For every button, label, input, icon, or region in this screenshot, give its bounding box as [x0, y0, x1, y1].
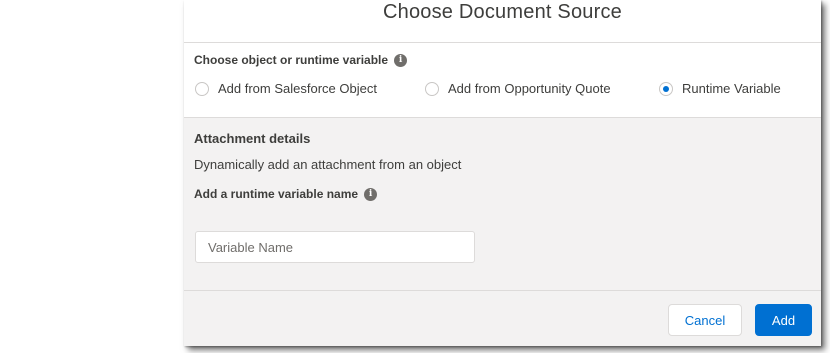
radio-opportunity-quote[interactable]: Add from Opportunity Quote: [425, 81, 611, 96]
attachment-title: Attachment details: [194, 131, 311, 146]
info-icon[interactable]: i: [394, 53, 408, 67]
modal-header: Choose Document Source: [184, 0, 821, 43]
variable-label-row: Add a runtime variable name i: [194, 187, 378, 201]
attachment-description: Dynamically add an attachment from an ob…: [194, 157, 462, 172]
source-label: Choose object or runtime variable: [194, 53, 389, 67]
add-button[interactable]: Add: [755, 304, 812, 336]
source-label-row: Choose object or runtime variable i: [194, 53, 408, 67]
source-selection-section: Choose object or runtime variable i Add …: [184, 43, 821, 118]
radio-button[interactable]: [195, 81, 209, 96]
radio-label: Runtime Variable: [682, 81, 781, 96]
radio-button-selected[interactable]: [659, 81, 673, 96]
modal-title: Choose Document Source: [383, 1, 622, 23]
radio-button[interactable]: [425, 81, 439, 96]
radio-label: Add from Opportunity Quote: [448, 81, 611, 96]
modal-footer: Cancel Add: [184, 291, 821, 346]
radio-salesforce-object[interactable]: Add from Salesforce Object: [195, 81, 377, 96]
variable-label: Add a runtime variable name: [194, 187, 359, 201]
variable-name-input[interactable]: [195, 231, 475, 263]
attachment-details-section: Attachment details Dynamically add an at…: [184, 118, 821, 291]
cancel-button[interactable]: Cancel: [668, 304, 742, 336]
choose-document-source-modal: Choose Document Source Choose object or …: [184, 0, 821, 346]
radio-label: Add from Salesforce Object: [218, 81, 377, 96]
radio-runtime-variable[interactable]: Runtime Variable: [659, 81, 781, 96]
info-icon[interactable]: i: [364, 187, 378, 201]
